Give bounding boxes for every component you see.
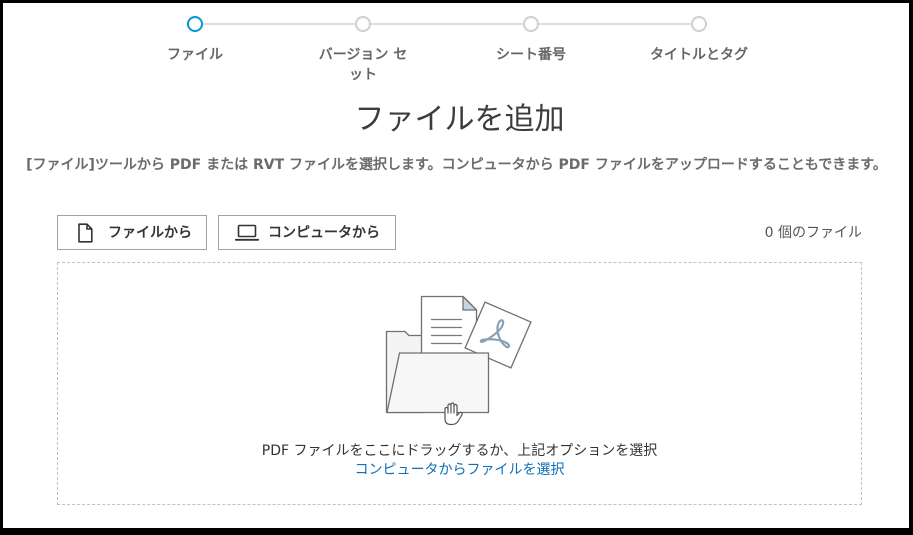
from-computer-label: コンピュータから bbox=[268, 225, 380, 241]
step-file-indicator bbox=[187, 16, 203, 32]
step-connector bbox=[203, 23, 355, 25]
dropzone-instruction: PDF ファイルをここにドラッグするか、上記オプションを選択 bbox=[261, 443, 658, 459]
from-computer-button[interactable]: コンピュータから bbox=[218, 215, 396, 250]
page-description: [ファイル]ツールから PDF または RVT ファイルを選択します。コンピュー… bbox=[26, 157, 887, 173]
from-files-label: ファイルから bbox=[108, 225, 192, 241]
page-title: ファイルを追加 bbox=[354, 102, 565, 137]
step-version-set-label: バージョン セット bbox=[318, 47, 408, 83]
step-title-tags-label: タイトルとタグ bbox=[650, 47, 748, 63]
from-files-button[interactable]: ファイルから bbox=[57, 215, 207, 250]
file-outline bbox=[78, 222, 93, 243]
file-dropzone[interactable]: PDF ファイルをここにドラッグするか、上記オプションを選択 コンピュータからフ… bbox=[57, 262, 862, 505]
front-folder-icon bbox=[386, 352, 490, 414]
laptop-screen bbox=[237, 224, 257, 237]
step-title-tags-indicator bbox=[691, 16, 707, 32]
file-count: 0 個のファイル bbox=[764, 225, 862, 241]
step-sheet-number-label: シート番号 bbox=[496, 47, 566, 63]
step-connector bbox=[371, 23, 523, 25]
step-sheet-number-indicator bbox=[523, 16, 539, 32]
folder-with-pdf-icon bbox=[385, 295, 532, 426]
step-connector bbox=[539, 23, 691, 25]
progress-stepper: ファイル バージョン セット シート番号 タイトルとタグ bbox=[0, 0, 913, 92]
file-icon bbox=[78, 222, 93, 243]
select-from-computer-link[interactable]: コンピュータからファイルを選択 bbox=[355, 460, 565, 480]
document-fold bbox=[462, 295, 478, 311]
step-file-label: ファイル bbox=[167, 47, 223, 63]
step-version-set-indicator bbox=[355, 16, 371, 32]
front-folder-shape bbox=[386, 352, 490, 414]
laptop-icon bbox=[235, 224, 259, 241]
